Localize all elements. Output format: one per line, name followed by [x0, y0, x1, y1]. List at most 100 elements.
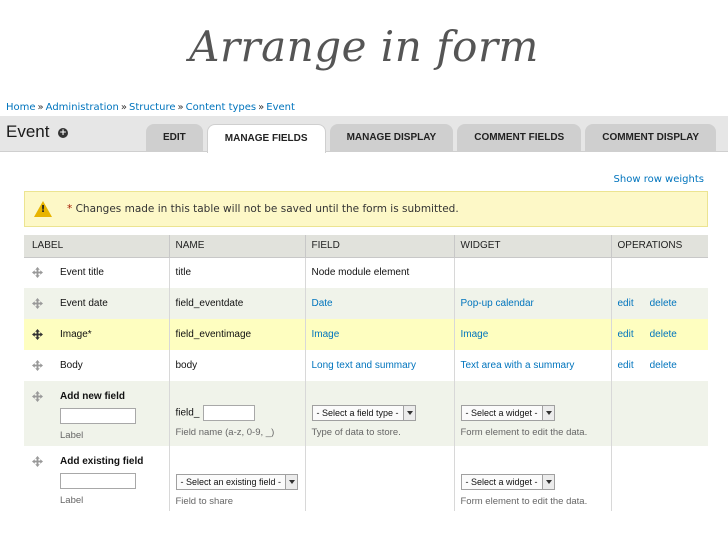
field-type-select[interactable]: - Select a field type - [311, 405, 416, 421]
delete-link[interactable]: delete [650, 360, 677, 371]
existing-field-select-value: - Select an existing field - [180, 477, 282, 487]
existing-field-type-cell [304, 446, 454, 511]
column-label: LABEL [24, 235, 169, 258]
table-row: Body body Long text and summary Text are… [24, 350, 708, 381]
field-type-link[interactable]: Date [312, 298, 333, 309]
table-row: Image* field_eventimage Image Image edit… [24, 319, 708, 350]
row-label-text: Event date [60, 298, 108, 309]
breadcrumb-home[interactable]: Home [6, 102, 36, 113]
table-header-row: LABEL NAME FIELD WIDGET OPERATIONS [24, 235, 708, 258]
new-field-name-input[interactable] [203, 405, 256, 421]
row-label-text: Image* [60, 329, 92, 340]
show-row-weights-link[interactable]: Show row weights [614, 174, 704, 185]
widget-link[interactable]: Image [461, 329, 489, 340]
fields-table: LABEL NAME FIELD WIDGET OPERATIONS Event… [24, 235, 708, 511]
row-label-text: Event title [60, 267, 104, 279]
edit-link[interactable]: edit [618, 329, 634, 340]
existing-field-label-help: Label [60, 495, 84, 506]
add-existing-field-row: Add existing field Label - Select an exi… [24, 446, 708, 511]
add-new-field-row: Add new field Label field_ Field name (a… [24, 381, 708, 446]
new-field-label-help: Label [60, 430, 84, 441]
tab-edit[interactable]: EDIT [146, 124, 203, 152]
row-name: title [168, 257, 305, 288]
warning-message: ! * Changes made in this table will not … [24, 191, 708, 227]
breadcrumb-separator: » [177, 102, 184, 113]
widget-link[interactable]: Text area with a summary [461, 360, 575, 371]
chevron-down-icon [541, 406, 554, 420]
row-operations: edit delete [610, 350, 708, 381]
new-field-label-cell: Add new field Label [24, 381, 169, 446]
row-operations [610, 257, 708, 288]
row-widget: Image [453, 319, 611, 350]
existing-field-label-input[interactable] [60, 473, 136, 489]
row-operations: edit delete [610, 288, 708, 319]
page-title: Event [6, 122, 50, 141]
widget-select-value: - Select a widget - [465, 408, 538, 418]
row-field: Long text and summary [304, 350, 454, 381]
drag-handle-icon[interactable] [32, 456, 43, 467]
existing-widget-select-value: - Select a widget - [465, 477, 538, 487]
existing-field-label-cell: Add existing field Label [24, 446, 169, 511]
new-field-operations [610, 381, 708, 446]
warning-body: Changes made in this table will not be s… [72, 203, 459, 215]
existing-field-operations [610, 446, 708, 511]
field-type-select-value: - Select a field type - [316, 408, 399, 418]
tab-manage-fields[interactable]: MANAGE FIELDS [206, 124, 326, 153]
tab-comment-fields[interactable]: COMMENT FIELDS [457, 124, 582, 152]
edit-link[interactable]: edit [618, 360, 634, 371]
column-field: FIELD [304, 235, 454, 258]
warning-text: * Changes made in this table will not be… [67, 203, 459, 215]
breadcrumb-event[interactable]: Event [266, 102, 295, 113]
existing-field-help: Field to share [175, 496, 234, 507]
drag-handle-icon[interactable] [32, 391, 43, 402]
chevron-down-icon [402, 406, 415, 420]
breadcrumb-separator: » [37, 102, 44, 113]
row-field: Date [304, 288, 454, 319]
row-label: Event title [24, 257, 169, 288]
new-field-name-help: Field name (a-z, 0-9, _) [175, 427, 275, 438]
new-field-widget-cell: - Select a widget - Form element to edit… [453, 381, 611, 446]
delete-link[interactable]: delete [650, 298, 677, 309]
edit-link[interactable]: edit [618, 298, 634, 309]
field-type-link[interactable]: Long text and summary [312, 360, 417, 371]
row-label-text: Body [60, 360, 83, 371]
table-row: Event title title Node module element [24, 257, 708, 288]
column-operations: OPERATIONS [610, 235, 708, 258]
tab-manage-display[interactable]: MANAGE DISPLAY [329, 124, 454, 152]
drag-handle-icon[interactable] [32, 266, 43, 278]
existing-widget-select[interactable]: - Select a widget - [460, 474, 555, 490]
column-name: NAME [168, 235, 305, 258]
delete-link[interactable]: delete [650, 329, 677, 340]
row-widget: Pop-up calendar [453, 288, 611, 319]
row-widget: Text area with a summary [453, 350, 611, 381]
field-name-prefix: field_ [175, 407, 200, 419]
row-name: body [168, 350, 305, 381]
row-field: Image [304, 319, 454, 350]
drag-handle-icon[interactable] [32, 328, 43, 340]
new-field-label-input[interactable] [60, 408, 136, 424]
row-field: Node module element [304, 257, 454, 288]
page-header: Event + EDIT MANAGE FIELDS MANAGE DISPLA… [0, 116, 728, 153]
breadcrumb-content-types[interactable]: Content types [186, 102, 257, 113]
existing-field-widget-cell: - Select a widget - Form element to edit… [453, 446, 611, 511]
add-existing-field-title: Add existing field [60, 456, 144, 467]
existing-field-select[interactable]: - Select an existing field - [175, 474, 299, 490]
warning-exclamation: ! [40, 204, 46, 215]
shortcut-plus-icon[interactable]: + [58, 128, 68, 138]
widget-select[interactable]: - Select a widget - [460, 405, 555, 421]
existing-field-select-cell: - Select an existing field - Field to sh… [168, 446, 305, 511]
tab-comment-display[interactable]: COMMENT DISPLAY [585, 124, 717, 152]
new-field-type-cell: - Select a field type - Type of data to … [304, 381, 454, 446]
field-type-link[interactable]: Image [312, 329, 340, 340]
add-new-field-title: Add new field [60, 391, 125, 402]
widget-help: Form element to edit the data. [460, 427, 588, 438]
existing-widget-help: Form element to edit the data. [460, 496, 588, 507]
row-label: Body [24, 350, 169, 381]
widget-link[interactable]: Pop-up calendar [461, 298, 534, 309]
drag-handle-icon[interactable] [32, 359, 43, 371]
breadcrumb-structure[interactable]: Structure [129, 102, 176, 113]
drag-handle-icon[interactable] [32, 297, 43, 309]
row-label: Image* [24, 319, 169, 350]
row-operations: edit delete [610, 319, 708, 350]
breadcrumb-administration[interactable]: Administration [46, 102, 119, 113]
